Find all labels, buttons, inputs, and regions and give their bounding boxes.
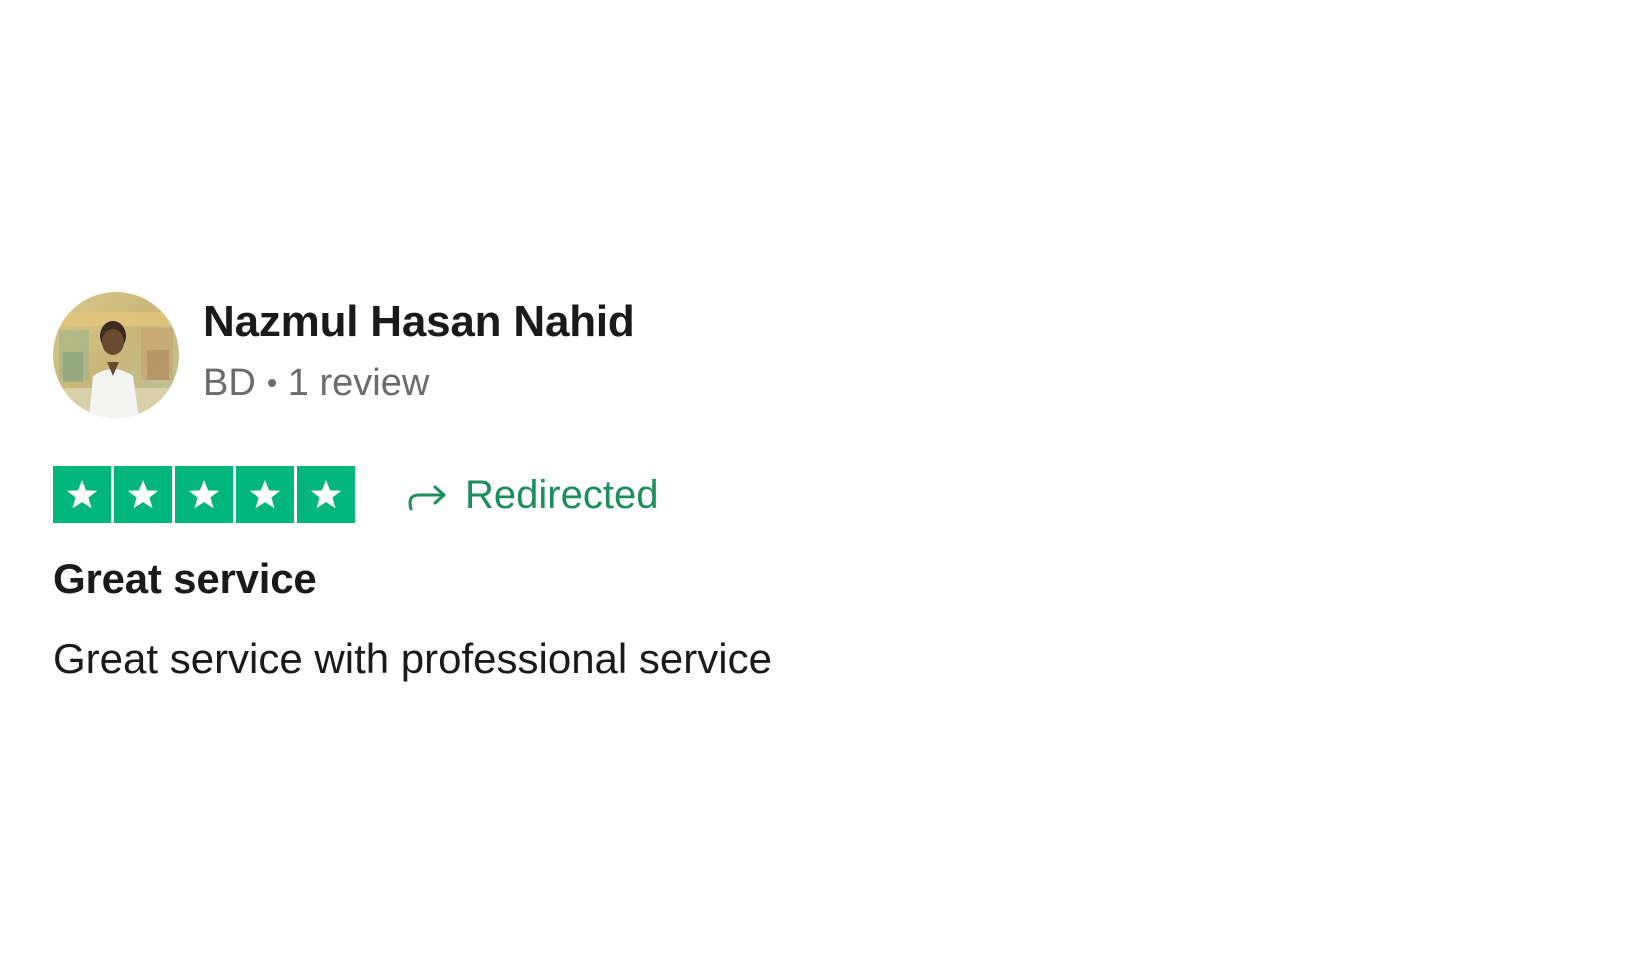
rating-row: Redirected [53, 466, 953, 523]
star-icon [175, 466, 233, 523]
redirect-arrow-icon [408, 485, 446, 510]
redirected-label: Redirected [465, 472, 659, 517]
reviewer-meta: BD 1 review [203, 359, 635, 407]
avatar[interactable] [53, 292, 179, 418]
review-card: Nazmul Hasan Nahid BD 1 review Redirecte… [53, 292, 953, 685]
star-icon [53, 466, 111, 523]
reviewer-review-count: 1 review [287, 362, 430, 404]
review-body: Great service with professional service [53, 635, 772, 682]
star-icon [236, 466, 294, 523]
reviewer-header: Nazmul Hasan Nahid BD 1 review [53, 292, 953, 418]
redirected-status[interactable]: Redirected [405, 471, 658, 519]
star-icon [114, 466, 172, 523]
review-title[interactable]: Great service [53, 553, 953, 605]
separator-dot [267, 379, 276, 387]
reviewer-info: Nazmul Hasan Nahid BD 1 review [203, 295, 635, 407]
reviewer-country: BD [203, 362, 256, 404]
reviewer-name[interactable]: Nazmul Hasan Nahid [203, 295, 635, 349]
star-rating [53, 466, 355, 523]
avatar-photo [53, 292, 179, 418]
star-icon [297, 466, 355, 523]
